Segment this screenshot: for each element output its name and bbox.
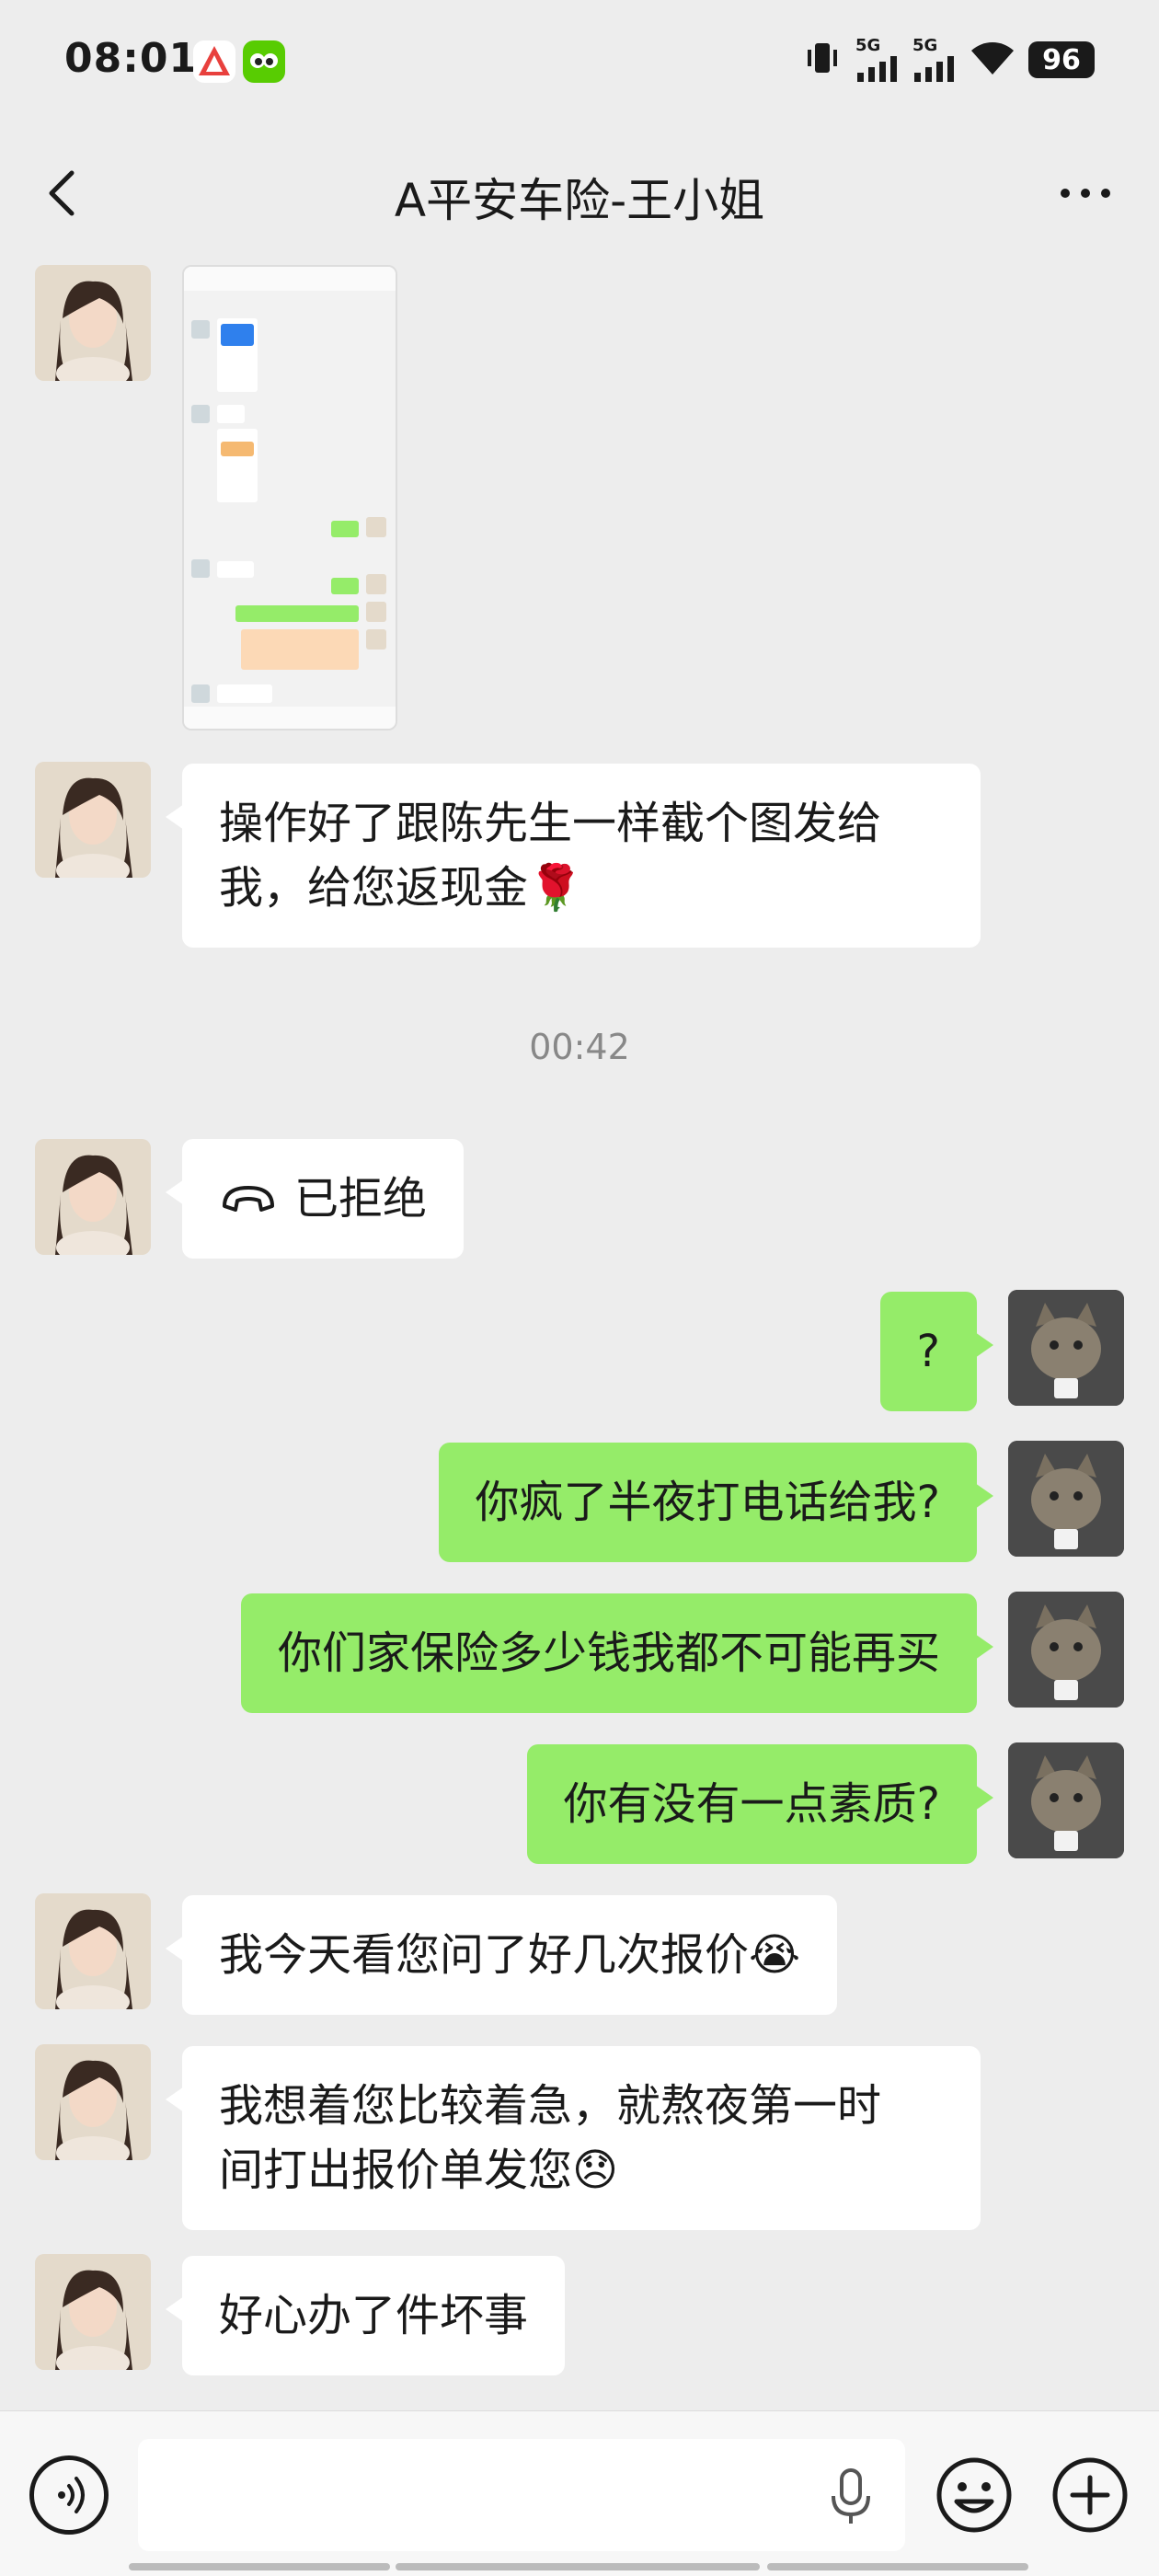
mini-avatar	[366, 629, 386, 650]
message-line: 操作好了跟陈先生一样截个图发给	[219, 798, 882, 849]
mini-bubble	[217, 684, 272, 703]
call-status-label: 已拒绝	[294, 1173, 428, 1225]
call-record-message[interactable]: 已拒绝	[165, 1139, 465, 1259]
mini-bubble-out	[331, 578, 359, 594]
more-dots-icon	[1061, 189, 1110, 198]
message-timestamp: 00:42	[529, 1027, 630, 1067]
avatar[interactable]	[35, 2044, 151, 2160]
outgoing-message[interactable]: 你疯了半夜打电话给我?	[438, 1443, 994, 1562]
message-line: 间打出报价单发您😞	[219, 2145, 619, 2196]
chat-screen: 08:01 5G 5G 96 A平安车险-王小姐 操作好了跟陈先生一样截个图发给…	[0, 0, 1159, 2576]
phone-hangup-icon	[223, 1186, 274, 1212]
plus-circle-icon	[1052, 2457, 1128, 2533]
chat-title: A平安车险-王小姐	[394, 174, 765, 227]
mini-bubble	[217, 405, 245, 423]
mini-card	[217, 429, 258, 502]
microphone-icon[interactable]	[828, 2467, 874, 2527]
status-bar: 08:01 5G 5G 96	[0, 0, 1159, 124]
avatar[interactable]	[35, 1139, 151, 1255]
screenshot-image-message[interactable]	[182, 265, 397, 730]
message-input[interactable]	[138, 2439, 905, 2551]
message-line: 我，给您返现金🌹	[219, 862, 583, 914]
voice-wave-icon	[58, 2477, 85, 2513]
outgoing-message[interactable]: 你有没有一点素质?	[526, 1744, 994, 1864]
vibrate-icon	[802, 38, 843, 82]
avatar[interactable]	[35, 762, 151, 878]
incoming-message[interactable]: 好心办了件坏事	[165, 2256, 566, 2375]
mini-orange-card	[241, 629, 359, 670]
incoming-message[interactable]: 我想着您比较着急，就熬夜第一时 间打出报价单发您😞	[166, 2046, 981, 2230]
emoji-button[interactable]	[933, 2454, 1016, 2536]
more-options-button[interactable]	[1049, 166, 1122, 221]
signal-icon-1: 5G	[855, 38, 900, 82]
status-time: 08:01	[64, 35, 199, 82]
home-indicator-segment	[767, 2563, 1028, 2570]
duolingo-app-icon	[243, 40, 285, 83]
avatar[interactable]	[35, 2254, 151, 2370]
mini-bubble-out	[235, 605, 359, 622]
mini-avatar	[191, 559, 210, 578]
home-indicator-segment	[396, 2563, 760, 2570]
status-indicators: 5G 5G 96	[802, 37, 1095, 83]
wifi-icon	[970, 40, 1016, 80]
mini-bubble-out	[331, 521, 359, 537]
mini-bubble	[217, 561, 254, 578]
mini-avatar	[366, 517, 386, 537]
signal-icon-2: 5G	[912, 38, 957, 82]
mini-input-bar	[184, 707, 396, 729]
smiley-icon	[936, 2457, 1012, 2533]
mini-avatar	[366, 602, 386, 622]
home-indicator-segment	[129, 2563, 390, 2570]
mini-avatar	[366, 574, 386, 594]
incoming-message[interactable]: 操作好了跟陈先生一样截个图发给 我，给您返现金🌹	[166, 764, 981, 948]
avatar[interactable]	[1008, 1290, 1124, 1406]
pingan-app-icon	[193, 40, 235, 83]
mini-avatar	[191, 405, 210, 423]
message-line: 我想着您比较着急，就熬夜第一时	[219, 2080, 882, 2132]
voice-input-toggle[interactable]	[29, 2455, 109, 2535]
incoming-message[interactable]: 我今天看您问了好几次报价😭	[165, 1895, 838, 2015]
avatar[interactable]	[1008, 1742, 1124, 1858]
avatar[interactable]	[35, 1893, 151, 2009]
mini-avatar	[191, 320, 210, 339]
composer-bar	[0, 2410, 1159, 2576]
mini-orange-stripe	[221, 442, 254, 456]
mini-avatar	[191, 684, 210, 703]
avatar[interactable]	[1008, 1592, 1124, 1708]
outgoing-message[interactable]: ?	[879, 1292, 994, 1411]
mini-status	[184, 267, 396, 291]
battery-indicator: 96	[1028, 41, 1095, 78]
mini-blue-header	[221, 324, 254, 346]
chat-header: A平安车险-王小姐	[0, 138, 1159, 248]
avatar[interactable]	[1008, 1441, 1124, 1557]
more-actions-button[interactable]	[1049, 2454, 1131, 2536]
avatar[interactable]	[35, 265, 151, 381]
outgoing-message[interactable]: 你们家保险多少钱我都不可能再买	[240, 1593, 994, 1713]
